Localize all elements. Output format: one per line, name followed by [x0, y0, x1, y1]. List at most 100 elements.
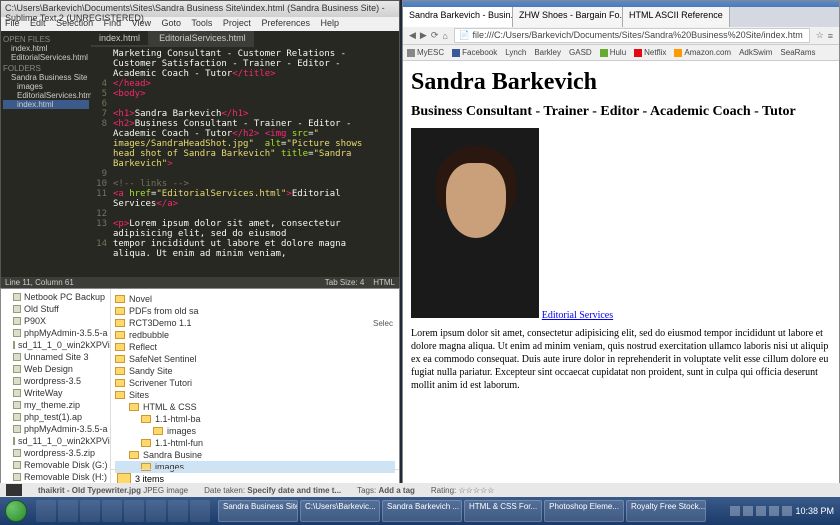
- editor-menubar[interactable]: File Edit Selection Find View Goto Tools…: [1, 17, 399, 31]
- folder-icon: [153, 427, 163, 435]
- list-item[interactable]: Novel: [115, 293, 395, 305]
- list-item[interactable]: HTML & CSS: [115, 401, 395, 413]
- pinned-app-icon[interactable]: [102, 500, 122, 522]
- pinned-ie-icon[interactable]: [36, 500, 56, 522]
- folder-icon: [141, 415, 151, 423]
- pinned-app-icon[interactable]: [190, 500, 210, 522]
- home-icon[interactable]: ⌂: [442, 31, 447, 41]
- menu-selection[interactable]: Selection: [56, 18, 93, 28]
- menu-find[interactable]: Find: [104, 18, 122, 28]
- project-folder[interactable]: Sandra Business Site: [3, 73, 89, 82]
- list-item[interactable]: Sites: [115, 389, 395, 401]
- syntax-mode[interactable]: HTML: [373, 278, 395, 287]
- nav-item[interactable]: sd_11_1_0_win2kXPVis: [3, 339, 108, 351]
- nav-item[interactable]: my_theme.zip: [3, 399, 108, 411]
- list-item[interactable]: PDFs from old sa: [115, 305, 395, 317]
- list-item[interactable]: Scrivener Tutori: [115, 377, 395, 389]
- bookmark-myesc[interactable]: MyESC: [407, 48, 444, 57]
- nav-item[interactable]: phpMyAdmin-3.5.5-a: [3, 327, 108, 339]
- nav-item[interactable]: Removable Disk (H:): [3, 471, 108, 483]
- chrome-browser-window: Sandra Barkevich - Busin... ZHW Shoes - …: [402, 0, 840, 490]
- open-file-index[interactable]: index.html: [3, 44, 89, 53]
- list-item[interactable]: SafeNet Sentinel: [115, 353, 395, 365]
- list-item[interactable]: redbubble: [115, 329, 395, 341]
- images-folder[interactable]: images: [3, 82, 89, 91]
- bookmark-barkley[interactable]: Barkley: [534, 48, 561, 57]
- nav-item[interactable]: Web Design: [3, 363, 108, 375]
- bookmark-hulu[interactable]: Hulu: [600, 48, 626, 57]
- nav-item[interactable]: sd_11_1_0_win2kXPVis: [3, 435, 108, 447]
- browser-tab-sandra[interactable]: Sandra Barkevich - Busin...: [403, 7, 513, 27]
- pinned-app-icon[interactable]: [168, 500, 188, 522]
- task-button[interactable]: Royalty Free Stock...: [626, 500, 706, 522]
- nav-item[interactable]: Unnamed Site 3: [3, 351, 108, 363]
- file-icon: [13, 413, 21, 421]
- bookmark-searams[interactable]: SeaRams: [780, 48, 815, 57]
- menu-project[interactable]: Project: [223, 18, 251, 28]
- list-item[interactable]: Reflect: [115, 341, 395, 353]
- file-index[interactable]: index.html: [3, 100, 89, 109]
- pinned-explorer-icon[interactable]: [58, 500, 78, 522]
- pinned-app-icon[interactable]: [80, 500, 100, 522]
- bookmark-netflix[interactable]: Netflix: [634, 48, 666, 57]
- menu-view[interactable]: View: [132, 18, 151, 28]
- start-button[interactable]: [0, 497, 32, 525]
- nav-item[interactable]: wordpress-3.5: [3, 375, 108, 387]
- volume-tray-icon[interactable]: [782, 506, 792, 516]
- explorer-nav-pane: Netbook PC Backup Old Stuff P90X phpMyAd…: [1, 289, 111, 487]
- file-editorial[interactable]: EditorialServices.html: [3, 91, 89, 100]
- open-file-editorial[interactable]: EditorialServices.html: [3, 53, 89, 62]
- nav-item[interactable]: Netbook PC Backup: [3, 291, 108, 303]
- bookmark-gasd[interactable]: GASD: [569, 48, 592, 57]
- forward-icon[interactable]: ▶: [420, 30, 427, 41]
- nav-item[interactable]: Old Stuff: [3, 303, 108, 315]
- reload-icon[interactable]: ⟳: [431, 30, 439, 41]
- nav-item[interactable]: php_test(1).ap: [3, 411, 108, 423]
- list-item[interactable]: images: [115, 425, 395, 437]
- nav-item[interactable]: WriteWay: [3, 387, 108, 399]
- tray-icon[interactable]: [730, 506, 740, 516]
- task-button[interactable]: Sandra Barkevich ...: [382, 500, 462, 522]
- nav-item[interactable]: P90X: [3, 315, 108, 327]
- task-button[interactable]: C:\Users\Barkevic...: [300, 500, 380, 522]
- bookmark-star-icon[interactable]: ☆: [816, 30, 824, 41]
- pinned-app-icon[interactable]: [124, 500, 144, 522]
- editor-code-area[interactable]: Marketing Consultant - Customer Relation…: [91, 47, 399, 277]
- browser-tab-zhw[interactable]: ZHW Shoes - Bargain Fo...: [513, 7, 623, 27]
- list-item[interactable]: RCT3Demo 1.1: [115, 317, 395, 329]
- nav-item[interactable]: Removable Disk (G:): [3, 459, 108, 471]
- list-item[interactable]: 1.1-html-ba: [115, 413, 395, 425]
- editor-titlebar[interactable]: C:\Users\Barkevich\Documents\Sites\Sandr…: [1, 1, 399, 17]
- task-button[interactable]: Photoshop Eleme...: [544, 500, 624, 522]
- menu-tools[interactable]: Tools: [191, 18, 212, 28]
- browser-tab-html-ascii[interactable]: HTML ASCII Reference: [623, 7, 730, 27]
- bookmark-amazon[interactable]: Amazon.com: [674, 48, 731, 57]
- tray-icon[interactable]: [743, 506, 753, 516]
- tab-size[interactable]: Tab Size: 4: [325, 278, 365, 287]
- list-item[interactable]: 1.1-html-fun: [115, 437, 395, 449]
- tab-index[interactable]: index.html: [91, 31, 148, 45]
- nav-item[interactable]: wordpress-3.5.zip: [3, 447, 108, 459]
- menu-edit[interactable]: Edit: [30, 18, 46, 28]
- nav-item[interactable]: phpMyAdmin-3.5.5-a: [3, 423, 108, 435]
- menu-file[interactable]: File: [5, 18, 20, 28]
- url-input[interactable]: 📄 file:///C:/Users/Barkevich/Documents/S…: [454, 28, 810, 43]
- task-button[interactable]: Sandra Business Site: [218, 500, 298, 522]
- editorial-services-link[interactable]: Editorial Services: [542, 310, 613, 321]
- clock[interactable]: 10:38 PM: [795, 506, 834, 516]
- tab-editorial[interactable]: EditorialServices.html: [151, 31, 254, 45]
- menu-goto[interactable]: Goto: [162, 18, 182, 28]
- bookmark-lynch[interactable]: Lynch: [505, 48, 526, 57]
- menu-help[interactable]: Help: [320, 18, 339, 28]
- menu-preferences[interactable]: Preferences: [261, 18, 310, 28]
- list-item[interactable]: Sandy Site: [115, 365, 395, 377]
- task-button[interactable]: HTML & CSS For...: [464, 500, 542, 522]
- bookmark-facebook[interactable]: Facebook: [452, 48, 497, 57]
- tray-icon[interactable]: [756, 506, 766, 516]
- back-icon[interactable]: ◀: [409, 30, 416, 41]
- list-item[interactable]: Sandra Busine: [115, 449, 395, 461]
- bookmark-adkswim[interactable]: AdkSwim: [739, 48, 772, 57]
- pinned-app-icon[interactable]: [146, 500, 166, 522]
- menu-icon[interactable]: ≡: [828, 31, 833, 41]
- network-tray-icon[interactable]: [769, 506, 779, 516]
